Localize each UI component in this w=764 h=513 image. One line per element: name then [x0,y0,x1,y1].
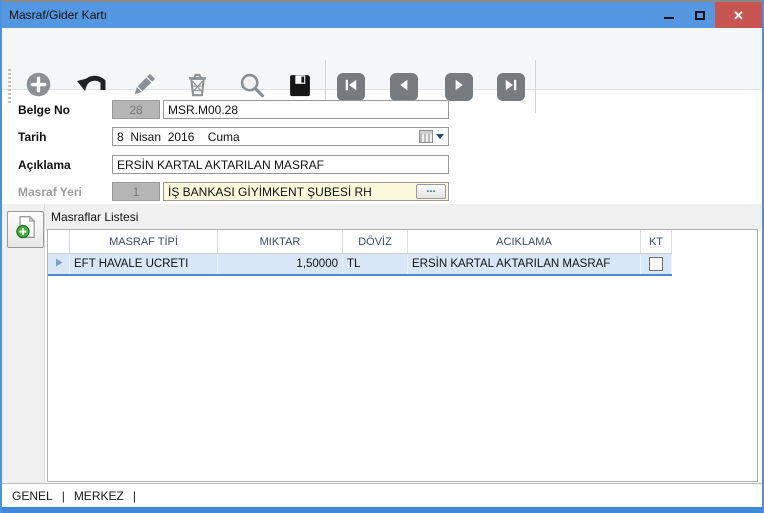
nav-next-icon [450,76,468,99]
belge-no-code-value: MSR.M00.28 [168,103,238,117]
undo-button[interactable] [69,65,113,109]
belge-no-code-field[interactable]: MSR.M00.28 [163,100,449,119]
row-selector-cell [48,254,70,274]
edit-pencil-icon [129,71,157,104]
column-header-doviz[interactable]: DÖVİZ [343,230,408,253]
column-header-miktar[interactable]: MIKTAR [218,230,343,253]
column-header-masraf-tipi[interactable]: MASRAF TİPİ [70,230,218,253]
cell-kt [641,254,672,274]
delete-trash-icon [184,71,211,103]
nav-previous-icon [395,76,413,99]
masraf-yeri-number-field: 1 [112,182,160,201]
tarih-date-field[interactable]: 8 Nisan 2016 Cuma [112,127,449,146]
group-title: Masraflar Listesi [51,210,138,224]
aciklama-label: Açıklama [18,158,71,172]
grid-header-row: MASRAF TİPİ MIKTAR DÖVİZ ACIKLAMA KT [48,230,672,254]
status-tab-genel[interactable]: GENEL [12,489,53,503]
masraflar-grid: MASRAF TİPİ MIKTAR DÖVİZ ACIKLAMA KT EFT… [47,229,758,482]
chevron-down-icon [436,134,444,139]
toolbar-grip-handle[interactable] [8,69,11,105]
aciklama-value: ERSİN KARTAL AKTARILAN MASRAF [117,158,324,172]
kt-checkbox[interactable] [649,257,663,271]
masraf-yeri-label: Masraf Yeri [18,185,82,199]
maximize-icon [695,11,705,20]
nav-previous-button[interactable] [390,73,418,101]
window-bottom-border [2,507,762,513]
window-controls: ✕ [653,2,762,28]
search-magnifier-icon [238,71,266,104]
close-button[interactable]: ✕ [715,2,762,28]
toolbar-separator [535,60,536,113]
belge-no-label: Belge No [18,103,70,117]
status-divider: | [62,489,65,503]
column-header-kt[interactable]: KT [641,230,672,253]
masraf-yeri-field[interactable]: İŞ BANKASI GİYİMKENT ŞUBESİ RH ... [163,182,449,201]
save-floppy-icon [286,71,314,104]
minimize-button[interactable] [653,2,684,28]
aciklama-field[interactable]: ERSİN KARTAL AKTARILAN MASRAF [112,155,449,174]
tarih-label: Tarih [18,130,46,144]
nav-last-button[interactable] [497,73,525,101]
nav-last-icon [502,76,520,99]
add-row-button[interactable] [7,211,44,248]
minimize-icon [664,17,674,19]
close-icon: ✕ [733,9,744,22]
status-tab-merkez[interactable]: MERKEZ [74,489,124,503]
date-picker-button[interactable] [419,130,444,143]
cell-aciklama: ERSİN KARTAL AKTARILAN MASRAF [408,254,641,274]
add-document-icon [13,214,39,245]
undo-arrow-icon [75,70,107,105]
add-circle-icon [25,71,52,103]
masraf-yeri-value: İŞ BANKASI GİYİMKENT ŞUBESİ RH [168,185,372,199]
browse-button[interactable]: ... [416,184,446,199]
calendar-icon [419,130,433,143]
app-window: Masraf/Gider Kartı ✕ [0,0,764,513]
table-row[interactable]: EFT HAVALE UCRETI 1,50000 TL ERSİN KARTA… [48,254,672,276]
cell-masraf-tipi: EFT HAVALE UCRETI [70,254,218,274]
tarih-date-value: 8 Nisan 2016 Cuma [117,130,240,144]
cell-doviz: TL [343,254,408,274]
window-title: Masraf/Gider Kartı [2,8,653,22]
toolbar [2,28,762,90]
maximize-button[interactable] [684,2,715,28]
belge-no-number-field: 28 [112,100,160,119]
cell-miktar: 1,50000 [218,254,343,274]
nav-first-button[interactable] [337,73,365,101]
column-header-aciklama[interactable]: ACIKLAMA [408,230,641,253]
nav-next-button[interactable] [445,73,473,101]
status-divider: | [133,489,136,503]
row-selector-header [48,230,70,253]
row-selector-arrow-icon [55,258,63,270]
nav-first-icon [342,76,360,99]
titlebar: Masraf/Gider Kartı ✕ [2,0,762,28]
statusbar: GENEL | MERKEZ | [2,483,762,507]
